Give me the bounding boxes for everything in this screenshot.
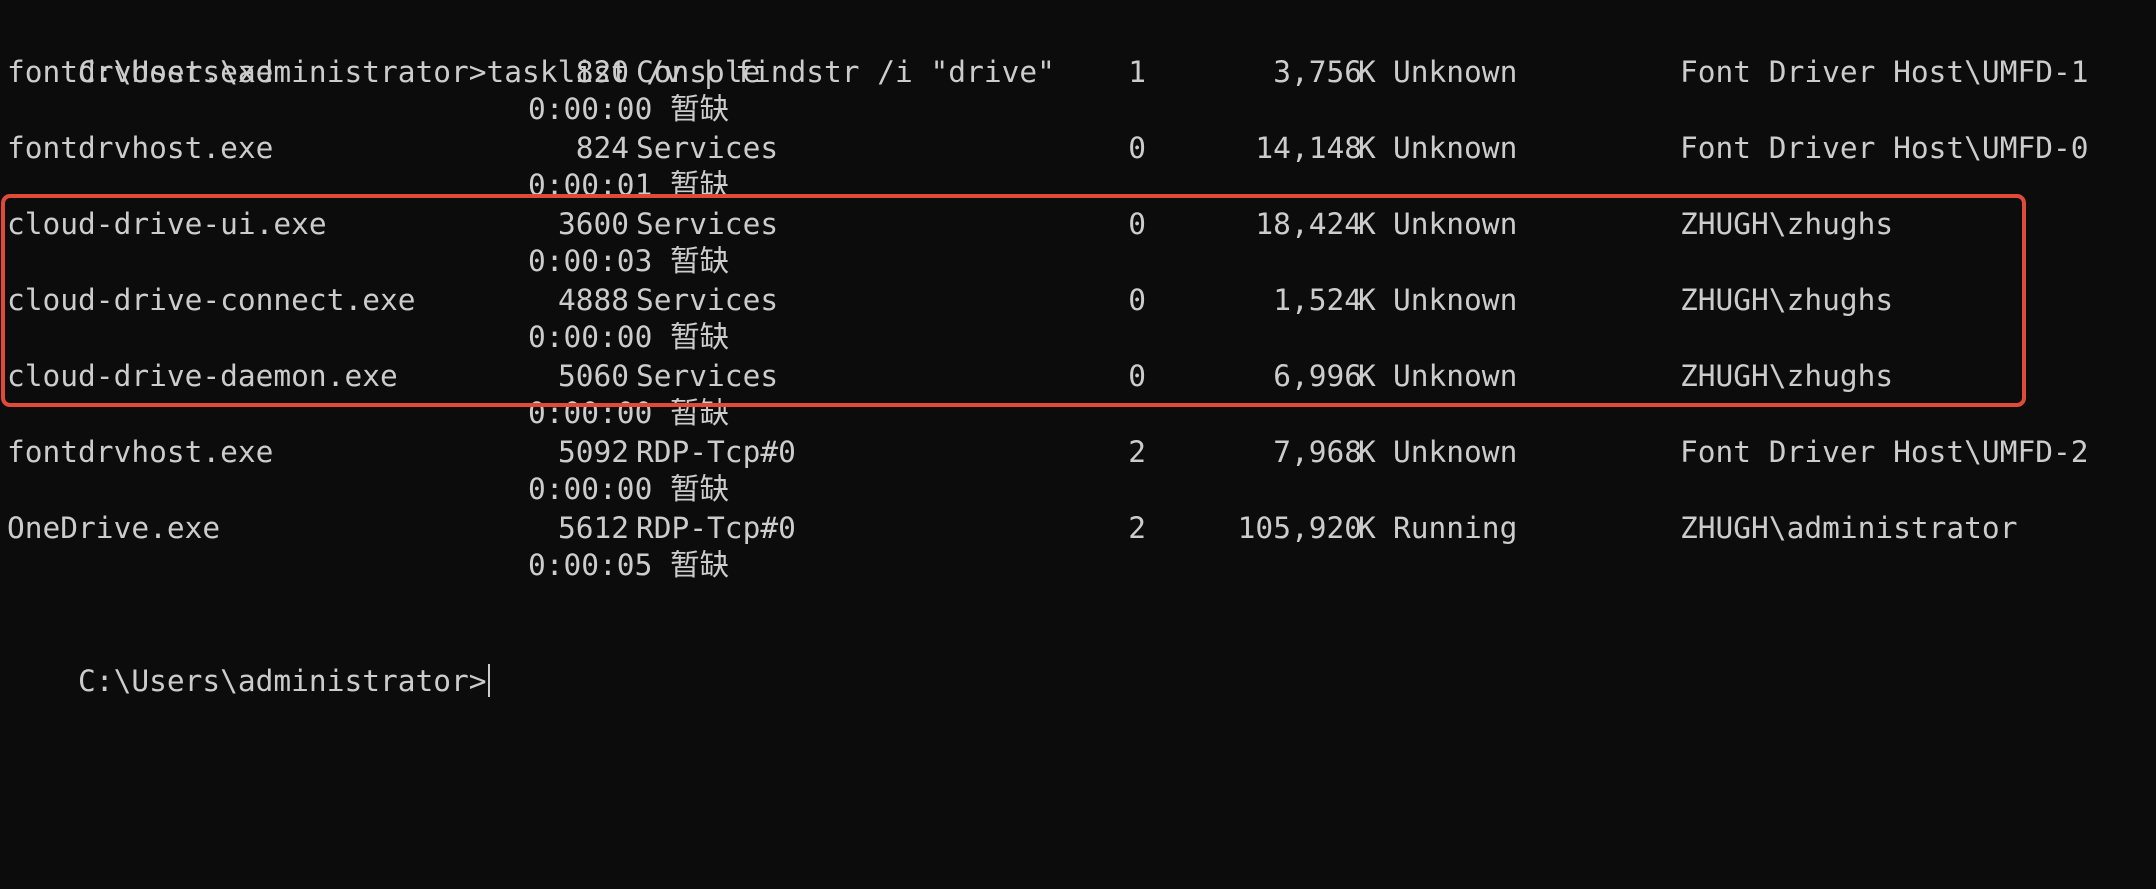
process-row: fontdrvhost.exe 5092 RDP-Tcp#0 2 7,968 K… — [7, 434, 2089, 472]
prompt-text: C:\Users\administrator> — [78, 663, 487, 698]
process-status: Unknown — [1393, 435, 1518, 469]
process-pid: 5612 — [557, 511, 629, 545]
session-name: Services — [636, 283, 779, 317]
process-status: Unknown — [1393, 131, 1518, 165]
session-name: RDP-Tcp#0 — [636, 435, 796, 469]
process-row: cloud-drive-connect.exe 4888 Services 0 … — [7, 282, 1893, 320]
session-name: RDP-Tcp#0 — [636, 511, 796, 545]
session-number: 0 — [1128, 207, 1146, 241]
text-cursor — [487, 663, 490, 697]
process-pid: 824 — [575, 131, 629, 165]
session-number: 2 — [1128, 435, 1146, 469]
window-title: 暂缺 — [670, 472, 730, 506]
memory-usage: 14,148 — [1255, 131, 1362, 165]
window-title: 暂缺 — [670, 168, 730, 202]
memory-usage: 6,996 — [1273, 359, 1362, 393]
process-status: Unknown — [1393, 207, 1518, 241]
user-name: Font Driver Host\UMFD-2 — [1680, 435, 2089, 469]
user-name: ZHUGH\zhughs — [1680, 283, 1894, 317]
session-number: 2 — [1128, 511, 1146, 545]
window-title: 暂缺 — [670, 548, 730, 582]
process-row-continuation: 0:00:05 暂缺 — [7, 547, 729, 585]
window-title: 暂缺 — [670, 396, 730, 430]
process-status: Unknown — [1393, 55, 1518, 89]
user-name: Font Driver Host\UMFD-0 — [1680, 131, 2089, 165]
memory-unit: K — [1358, 131, 1376, 165]
process-name: cloud-drive-connect.exe — [7, 283, 416, 317]
memory-usage: 1,524 — [1273, 283, 1362, 317]
memory-unit: K — [1358, 435, 1376, 469]
process-name: cloud-drive-ui.exe — [7, 207, 327, 241]
memory-unit: K — [1358, 511, 1376, 545]
process-pid: 820 — [575, 55, 629, 89]
process-row-continuation: 0:00:00 暂缺 — [7, 91, 729, 129]
process-name: cloud-drive-daemon.exe — [7, 359, 398, 393]
memory-unit: K — [1358, 207, 1376, 241]
user-name: ZHUGH\zhughs — [1680, 207, 1894, 241]
session-number: 0 — [1128, 283, 1146, 317]
process-pid: 3600 — [557, 207, 629, 241]
user-name: ZHUGH\administrator — [1680, 511, 2018, 545]
process-row: cloud-drive-ui.exe 3600 Services 0 18,42… — [7, 206, 1893, 244]
session-number: 0 — [1128, 359, 1146, 393]
user-name: Font Driver Host\UMFD-1 — [1680, 55, 2089, 89]
process-row-continuation: 0:00:00 暂缺 — [7, 319, 729, 357]
process-name: OneDrive.exe — [7, 511, 221, 545]
process-pid: 4888 — [557, 283, 629, 317]
process-row: cloud-drive-daemon.exe 5060 Services 0 6… — [7, 358, 1893, 396]
cpu-time: 0:00:00 暂缺 — [528, 92, 730, 126]
session-name: Services — [636, 359, 779, 393]
cpu-time: 0:00:03 暂缺 — [528, 244, 730, 278]
process-row-continuation: 0:00:00 暂缺 — [7, 471, 729, 509]
cpu-time: 0:00:01 暂缺 — [528, 168, 730, 202]
process-status: Running — [1393, 511, 1518, 545]
cpu-time: 0:00:00 暂缺 — [528, 396, 730, 430]
session-name: Services — [636, 207, 779, 241]
input-prompt-line[interactable]: C:\Users\administrator> — [7, 625, 490, 698]
session-number: 1 — [1128, 55, 1146, 89]
cpu-time: 0:00:00 暂缺 — [528, 472, 730, 506]
cpu-time: 0:00:00 暂缺 — [528, 320, 730, 354]
memory-unit: K — [1358, 283, 1376, 317]
process-status: Unknown — [1393, 283, 1518, 317]
process-pid: 5060 — [557, 359, 629, 393]
memory-usage: 3,756 — [1273, 55, 1362, 89]
process-name: fontdrvhost.exe — [7, 435, 274, 469]
process-name: fontdrvhost.exe — [7, 55, 274, 89]
memory-usage: 7,968 — [1273, 435, 1362, 469]
terminal-window[interactable]: C:\Users\administrator>tasklist /v | fin… — [0, 0, 2156, 698]
user-name: ZHUGH\zhughs — [1680, 359, 1894, 393]
process-pid: 5092 — [557, 435, 629, 469]
process-row-continuation: 0:00:00 暂缺 — [7, 395, 729, 433]
session-number: 0 — [1128, 131, 1146, 165]
process-row-continuation: 0:00:03 暂缺 — [7, 243, 729, 281]
window-title: 暂缺 — [670, 320, 730, 354]
process-status: Unknown — [1393, 359, 1518, 393]
process-row-continuation: 0:00:01 暂缺 — [7, 167, 729, 205]
window-title: 暂缺 — [670, 244, 730, 278]
process-row: fontdrvhost.exe 820 Console 1 3,756 K Un… — [7, 54, 2089, 92]
memory-unit: K — [1358, 359, 1376, 393]
memory-usage: 105,920 — [1237, 511, 1362, 545]
session-name: Console — [636, 55, 761, 89]
process-name: fontdrvhost.exe — [7, 131, 274, 165]
process-row: fontdrvhost.exe 824 Services 0 14,148 K … — [7, 130, 2089, 168]
memory-usage: 18,424 — [1255, 207, 1362, 241]
memory-unit: K — [1358, 55, 1376, 89]
session-name: Services — [636, 131, 779, 165]
command-line: C:\Users\administrator>tasklist /v | fin… — [7, 16, 1055, 89]
cpu-time: 0:00:05 暂缺 — [528, 548, 730, 582]
window-title: 暂缺 — [670, 92, 730, 126]
process-row: OneDrive.exe 5612 RDP-Tcp#0 2 105,920 K … — [7, 510, 2017, 548]
